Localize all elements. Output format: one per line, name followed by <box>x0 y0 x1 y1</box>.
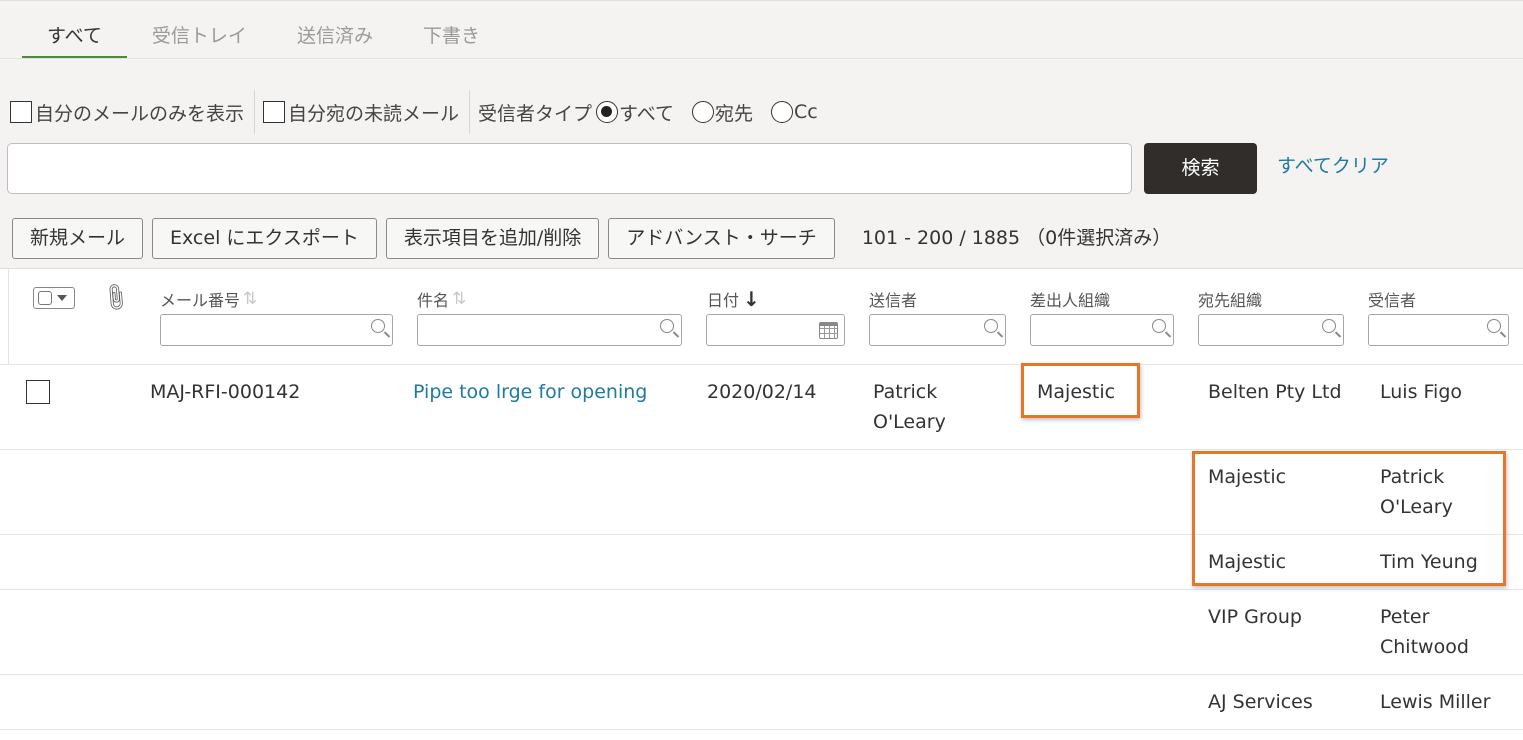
recipient-name-line: O'Leary <box>1380 496 1453 518</box>
recipient-name-line: Chitwood <box>1380 636 1469 658</box>
search-icon <box>660 319 674 333</box>
table-header: 📎︎ メール番号 ⇅ 件名 ⇅ 日付 ↓ 送信者 差出人組織 宛先組織 受信者 <box>0 268 1523 365</box>
mail-sender: Patrick O'Leary <box>873 377 946 437</box>
divider <box>469 90 471 134</box>
search-icon <box>1322 319 1336 333</box>
new-mail-button[interactable]: 新規メール <box>12 217 144 259</box>
tab-drafts[interactable]: 下書き <box>398 1 505 59</box>
select-all-dropdown[interactable] <box>33 287 75 309</box>
recipient-type-to[interactable]: 宛先 <box>691 99 753 126</box>
tab-sent[interactable]: 送信済み <box>272 1 398 59</box>
recipient-name-line: Peter <box>1380 606 1430 628</box>
recipient-type-to-label: 宛先 <box>714 102 753 125</box>
col-date-label: 日付 <box>707 291 740 310</box>
recipient-org: Majestic <box>1208 466 1287 488</box>
mail-tabs: すべて 受信トレイ 送信済み 下書き <box>22 1 505 59</box>
col-header-date[interactable]: 日付 ↓ <box>707 287 760 311</box>
sender-name-line: Patrick <box>873 381 938 403</box>
mail-date: 2020/02/14 <box>707 381 817 403</box>
tab-all[interactable]: すべて <box>22 1 127 59</box>
col-header-number[interactable]: メール番号 ⇅ <box>160 287 257 311</box>
calendar-icon[interactable] <box>819 322 838 339</box>
mail-sender-org: Majestic <box>1037 381 1116 403</box>
caret-down-icon <box>57 295 67 301</box>
edit-columns-button[interactable]: 表示項目を追加/削除 <box>385 217 600 259</box>
sender-org-filter-input[interactable] <box>1030 314 1174 346</box>
recipient-name: Lewis Miller <box>1380 691 1491 713</box>
unread-to-me-checkbox[interactable] <box>263 101 286 123</box>
divider <box>254 90 256 134</box>
recipient-org: VIP Group <box>1208 606 1302 628</box>
recipient-name-line: Patrick <box>1380 466 1445 488</box>
recipient-type-cc-label: Cc <box>793 101 818 123</box>
col-recipient-label: 受信者 <box>1368 291 1417 310</box>
search-icon <box>1152 319 1166 333</box>
recipient-org: Belten Pty Ltd <box>1208 381 1342 403</box>
recipient-org: AJ Services <box>1208 691 1313 713</box>
search-input[interactable] <box>7 143 1132 194</box>
col-sender-org-label: 差出人組織 <box>1030 291 1111 310</box>
search-button[interactable]: 検索 <box>1144 143 1257 194</box>
col-to-org-label: 宛先組織 <box>1198 291 1263 310</box>
col-header-recipient[interactable]: 受信者 <box>1368 287 1416 311</box>
recipient-type-label: 受信者タイプ <box>478 102 593 125</box>
export-excel-button[interactable]: Excel にエクスポート <box>152 217 377 259</box>
clear-all-link[interactable]: すべてクリア <box>1277 151 1389 181</box>
only-mine-checkbox[interactable] <box>10 101 32 123</box>
tabs-divider <box>0 58 1523 59</box>
radio-cc[interactable] <box>770 101 793 123</box>
col-header-sender[interactable]: 送信者 <box>869 287 917 311</box>
sender-name-line: O'Leary <box>873 411 946 433</box>
tab-inbox[interactable]: 受信トレイ <box>127 1 272 59</box>
result-count: 101 - 200 / 1885 （0件選択済み） <box>861 226 1172 249</box>
recipient-name: Luis Figo <box>1380 381 1463 403</box>
to-org-filter-input[interactable] <box>1198 314 1344 346</box>
col-number-label: メール番号 <box>160 291 241 310</box>
unread-to-me-filter[interactable]: 自分宛の未読メール <box>263 99 459 126</box>
sender-filter-input[interactable] <box>869 314 1006 346</box>
col-header-subject[interactable]: 件名 ⇅ <box>417 287 466 311</box>
recipient-type-all[interactable]: すべて <box>596 99 674 126</box>
col-subject-label: 件名 <box>417 291 450 310</box>
mail-number: MAJ-RFI-000142 <box>150 381 301 403</box>
unread-to-me-label: 自分宛の未読メール <box>288 102 460 125</box>
sort-icon[interactable]: ⇅ <box>452 289 466 309</box>
recipient-org: Majestic <box>1208 551 1287 573</box>
date-filter-input[interactable] <box>706 314 845 346</box>
recipient-name: Patrick O'Leary <box>1380 462 1453 522</box>
search-icon <box>984 319 998 333</box>
col-header-sender-org[interactable]: 差出人組織 <box>1030 287 1110 311</box>
radio-to[interactable] <box>691 101 714 123</box>
col-header-to-org[interactable]: 宛先組織 <box>1198 287 1262 311</box>
checkbox-icon <box>38 291 52 305</box>
radio-all[interactable] <box>596 101 619 123</box>
recipient-name: Peter Chitwood <box>1380 602 1469 662</box>
only-mine-label: 自分のメールのみを表示 <box>35 102 245 125</box>
only-mine-filter[interactable]: 自分のメールのみを表示 <box>10 99 244 126</box>
recipient-name: Tim Yeung <box>1380 551 1478 573</box>
subject-filter-input[interactable] <box>417 314 682 346</box>
sort-desc-icon[interactable]: ↓ <box>743 287 760 311</box>
attachment-icon: 📎︎ <box>98 279 134 315</box>
search-icon <box>371 319 385 333</box>
number-filter-input[interactable] <box>160 314 393 346</box>
recipient-type-all-label: すべて <box>619 102 674 125</box>
col-sender-label: 送信者 <box>869 291 918 310</box>
recipient-filter-input[interactable] <box>1368 314 1509 346</box>
sort-icon[interactable]: ⇅ <box>243 289 257 309</box>
advanced-search-button[interactable]: アドバンスト・サーチ <box>608 217 835 259</box>
toolbar: 新規メール Excel にエクスポート 表示項目を追加/削除 アドバンスト・サー… <box>12 217 1171 259</box>
filter-options: 自分のメールのみを表示 自分宛の未読メール 受信者タイプ すべて 宛先 Cc <box>10 90 818 134</box>
row-checkbox[interactable] <box>26 380 50 404</box>
mail-subject-link[interactable]: Pipe too lrge for opening <box>413 377 647 407</box>
filter-panel: すべて 受信トレイ 送信済み 下書き 自分のメールのみを表示 自分宛の未読メール… <box>0 0 1523 268</box>
recipient-type-cc[interactable]: Cc <box>770 101 818 123</box>
search-icon <box>1487 319 1501 333</box>
